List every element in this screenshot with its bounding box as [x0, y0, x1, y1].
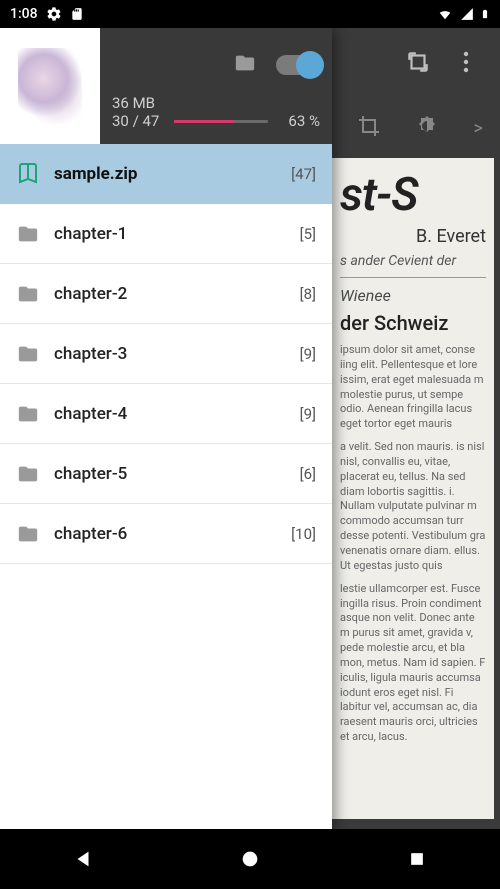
list-item-label: chapter-3: [54, 344, 286, 364]
signal-icon: [460, 7, 474, 21]
next-page-indicator[interactable]: >: [473, 118, 482, 139]
chapter-list[interactable]: sample.zip[47]chapter-1[5]chapter-2[8]ch…: [0, 144, 332, 829]
book-icon: [16, 162, 40, 186]
navigation-drawer: 36 MB 30 / 47 63 % sample.zip [47] chapter…: [0, 28, 332, 829]
progress-bar[interactable]: [174, 120, 268, 123]
book-thumbnail[interactable]: [0, 28, 100, 144]
list-item-count: [9]: [300, 345, 316, 363]
brightness-icon[interactable]: [415, 114, 439, 142]
status-bar: 1:08: [0, 0, 500, 28]
folder-icon[interactable]: [232, 52, 258, 78]
doc-paragraph: ipsum dolor sit amet, conse iing elit. P…: [340, 343, 486, 432]
list-item-label: sample.zip: [54, 164, 277, 184]
progress-fill: [174, 120, 233, 123]
home-button[interactable]: [230, 839, 270, 879]
doc-paragraph: lestie ullamcorper est. Fusce ingilla ri…: [340, 582, 486, 745]
status-time: 1:08: [10, 6, 38, 22]
list-item-selected[interactable]: sample.zip [47]: [0, 144, 332, 204]
doc-author: B. Everet: [340, 226, 486, 247]
recents-button[interactable]: [397, 839, 437, 879]
folder-icon: [16, 402, 40, 426]
list-item-label: chapter-4: [54, 404, 286, 424]
list-item[interactable]: chapter-5 [6]: [0, 444, 332, 504]
sd-card-icon: [70, 6, 84, 22]
folder-icon: [16, 222, 40, 246]
list-item-count: [10]: [291, 525, 316, 543]
doc-paragraph: a velit. Sed non mauris. is nisl nisl, c…: [340, 440, 486, 574]
folder-icon: [16, 462, 40, 486]
fullscreen-icon[interactable]: [404, 48, 432, 76]
drawer-header: 36 MB 30 / 47 63 %: [0, 28, 332, 144]
folder-icon: [16, 282, 40, 306]
list-item[interactable]: chapter-3 [9]: [0, 324, 332, 384]
list-item-label: chapter-6: [54, 524, 277, 544]
doc-title-fragment: st-S: [340, 168, 486, 222]
list-item-count: [6]: [300, 465, 316, 483]
doc-section-label: Wienee: [340, 286, 486, 305]
gear-icon: [46, 6, 62, 22]
progress-percent: 63 %: [276, 112, 320, 130]
doc-divider: [340, 277, 486, 278]
page-fraction: 30 / 47: [112, 112, 166, 130]
list-item-count: [9]: [300, 405, 316, 423]
list-item[interactable]: chapter-4 [9]: [0, 384, 332, 444]
list-item-count: [47]: [291, 165, 316, 183]
reader-toolbar: [340, 28, 500, 96]
list-item-count: [5]: [300, 225, 316, 243]
list-item[interactable]: chapter-2 [8]: [0, 264, 332, 324]
doc-subtitle: s ander Cevient der: [340, 253, 486, 269]
list-item-label: chapter-5: [54, 464, 286, 484]
battery-icon: [480, 6, 490, 22]
document-preview[interactable]: st-S B. Everet s ander Cevient der Wiene…: [332, 158, 494, 819]
list-item[interactable]: chapter-6 [10]: [0, 504, 332, 564]
list-item-label: chapter-2: [54, 284, 286, 304]
back-button[interactable]: [63, 839, 103, 879]
view-toggle[interactable]: [276, 55, 320, 75]
wifi-icon: [436, 7, 454, 21]
android-navbar: [0, 829, 500, 889]
more-vert-icon[interactable]: [452, 48, 480, 76]
folder-icon: [16, 342, 40, 366]
doc-section-title: der Schweiz: [340, 311, 486, 335]
crop-icon[interactable]: [357, 114, 381, 142]
list-item[interactable]: chapter-1 [5]: [0, 204, 332, 264]
list-item-label: chapter-1: [54, 224, 286, 244]
file-size-label: 36 MB: [112, 94, 320, 112]
folder-icon: [16, 522, 40, 546]
list-item-count: [8]: [300, 285, 316, 303]
